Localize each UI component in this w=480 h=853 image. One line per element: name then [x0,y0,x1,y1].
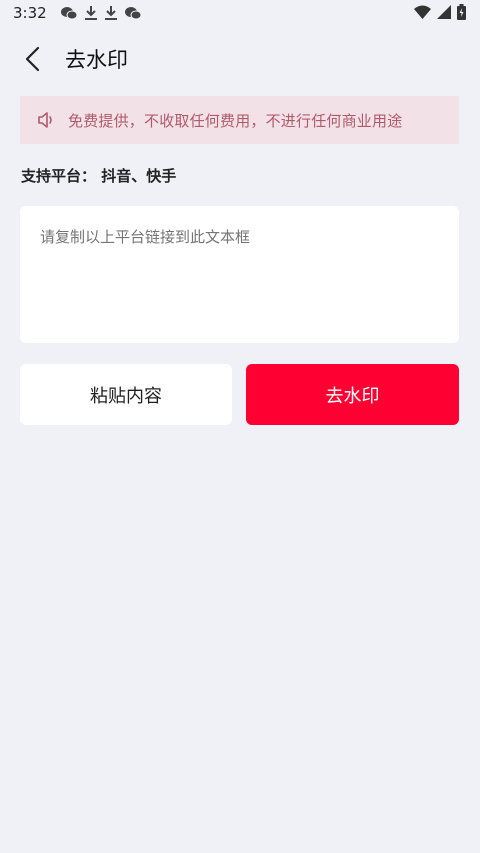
status-time: 3:32 [13,4,47,22]
battery-icon [457,4,466,20]
chevron-left-icon[interactable] [20,44,46,74]
wechat-icon [124,7,141,20]
app-header: 去水印 [0,30,480,86]
paste-content-button[interactable]: 粘贴内容 [20,364,232,425]
remove-watermark-button[interactable]: 去水印 [246,364,459,425]
wifi-icon [414,5,431,19]
status-notification-icons [60,6,141,20]
status-bar: 3:32 [0,0,480,26]
signal-icon [437,5,451,19]
download-icon [104,6,117,20]
page-title: 去水印 [65,48,128,72]
download-icon [84,6,97,20]
supported-platforms-label: 支持平台： 抖音、快手 [21,167,177,185]
wechat-icon [60,7,77,20]
notice-banner: 免费提供，不收取任何费用，不进行任何商业用途 [20,96,459,144]
status-system-icons [414,4,466,20]
link-input[interactable] [20,206,459,343]
speaker-icon [38,112,52,128]
notice-text: 免费提供，不收取任何费用，不进行任何商业用途 [68,111,403,130]
